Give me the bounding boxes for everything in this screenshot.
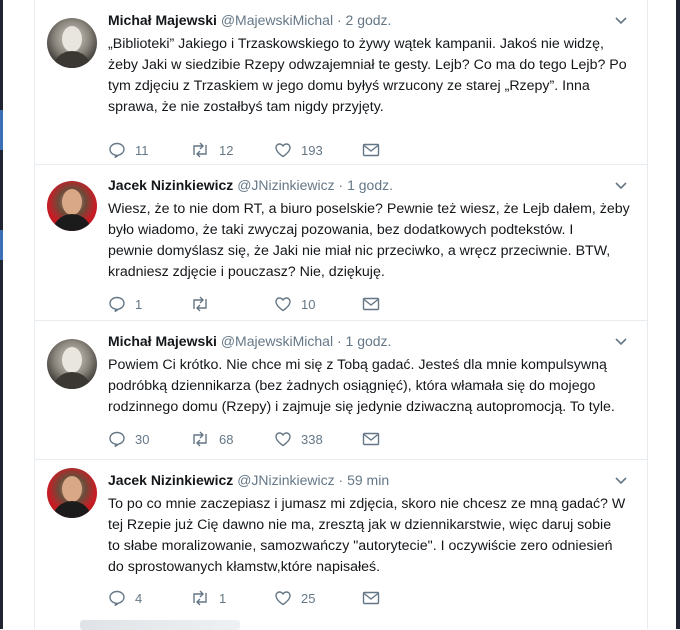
dm-button[interactable] xyxy=(362,294,380,314)
retweet-button[interactable]: 1 xyxy=(190,588,226,608)
tweet-text: „Biblioteki” Jakiego i Trzaskowskiego to… xyxy=(108,36,627,115)
retweet-count: 1 xyxy=(219,590,227,606)
left-edge-stripe xyxy=(0,0,3,629)
separator: · xyxy=(336,333,342,349)
tweet-actions: 4 1 25 xyxy=(108,588,508,608)
like-count: 338 xyxy=(301,431,323,447)
left-edge-highlight xyxy=(0,110,3,150)
display-name[interactable]: Jacek Nizinkiewicz xyxy=(108,177,233,193)
like-count: 193 xyxy=(301,142,323,158)
reply-icon xyxy=(109,296,125,313)
envelope-icon xyxy=(362,143,380,157)
avatar[interactable] xyxy=(47,18,97,68)
reply-count: 30 xyxy=(135,431,150,447)
timestamp[interactable]: 2 godz. xyxy=(346,12,392,28)
retweet-button[interactable]: 68 xyxy=(190,429,233,449)
right-edge-stripe xyxy=(676,0,680,629)
avatar-body xyxy=(52,214,92,231)
display-name[interactable]: Jacek Nizinkiewicz xyxy=(108,472,233,488)
avatar[interactable] xyxy=(47,181,97,231)
reply-count: 4 xyxy=(135,590,143,606)
like-button[interactable]: 193 xyxy=(274,140,323,160)
tweet-text: Powiem Ci krótko. Nie chce mi się z Tobą… xyxy=(108,357,615,415)
reply-button[interactable]: 4 xyxy=(108,588,142,608)
reply-icon xyxy=(109,431,125,448)
retweet-count: 68 xyxy=(219,431,234,447)
tweet[interactable]: Michał Majewski @MajewskiMichal · 2 godz… xyxy=(35,0,647,165)
tweet-thread: Michał Majewski @MajewskiMichal · 2 godz… xyxy=(34,0,648,629)
tweet-header: Michał Majewski @MajewskiMichal · 2 godz… xyxy=(108,12,637,32)
envelope-icon xyxy=(362,591,380,605)
reply-button[interactable]: 1 xyxy=(108,294,142,314)
tweet-actions: 30 68 338 xyxy=(108,429,508,449)
chevron-down-icon[interactable] xyxy=(613,177,629,193)
reply-button[interactable]: 30 xyxy=(108,429,149,449)
display-name[interactable]: Michał Majewski xyxy=(108,333,217,349)
avatar-face xyxy=(62,476,82,502)
heart-icon xyxy=(275,591,291,606)
heart-icon xyxy=(275,432,291,447)
like-button[interactable]: 25 xyxy=(274,588,315,608)
heart-icon xyxy=(275,143,291,158)
dm-button[interactable] xyxy=(362,140,380,160)
separator: · xyxy=(338,177,344,193)
avatar-body xyxy=(52,501,92,518)
avatar-body xyxy=(52,51,92,68)
reply-button[interactable]: 11 xyxy=(108,140,149,160)
heart-icon xyxy=(275,297,291,312)
retweet-icon xyxy=(193,296,207,312)
retweet-icon xyxy=(193,142,207,158)
tweet-header: Jacek Nizinkiewicz @JNizinkiewicz · 59 m… xyxy=(108,472,637,492)
like-button[interactable]: 10 xyxy=(274,294,315,314)
tweet-header: Michał Majewski @MajewskiMichal · 1 godz… xyxy=(108,333,637,353)
retweet-icon xyxy=(193,431,207,447)
chevron-down-icon[interactable] xyxy=(613,12,629,28)
separator: · xyxy=(338,472,344,488)
separator: · xyxy=(336,12,342,28)
user-handle[interactable]: @MajewskiMichal xyxy=(221,333,333,349)
retweet-count: 12 xyxy=(219,142,234,158)
tweet-text: Wiesz, że to nie dom RT, a biuro poselsk… xyxy=(108,201,630,280)
like-count: 25 xyxy=(301,590,316,606)
reply-icon xyxy=(109,590,125,607)
left-edge-highlight xyxy=(0,230,3,260)
avatar[interactable] xyxy=(47,339,97,389)
like-count: 10 xyxy=(301,296,316,312)
chevron-down-icon[interactable] xyxy=(613,333,629,349)
envelope-icon xyxy=(362,297,380,311)
avatar-face xyxy=(62,26,82,52)
avatar-body xyxy=(52,372,92,389)
like-button[interactable]: 338 xyxy=(274,429,323,449)
retweet-icon xyxy=(193,590,207,606)
avatar-face xyxy=(62,347,82,373)
user-handle[interactable]: @JNizinkiewicz xyxy=(237,472,334,488)
tweet-actions: 1 10 xyxy=(108,294,508,314)
tweet[interactable]: Jacek Nizinkiewicz @JNizinkiewicz · 1 go… xyxy=(35,165,647,321)
reply-count: 11 xyxy=(135,142,149,158)
tweet[interactable]: Michał Majewski @MajewskiMichal · 1 godz… xyxy=(35,321,647,460)
avatar-face xyxy=(62,189,82,215)
timestamp[interactable]: 59 min xyxy=(347,472,389,488)
display-name[interactable]: Michał Majewski xyxy=(108,12,217,28)
dm-button[interactable] xyxy=(362,429,380,449)
avatar[interactable] xyxy=(47,468,97,518)
dm-button[interactable] xyxy=(362,588,380,608)
tweet-actions: 11 12 193 xyxy=(108,140,508,160)
tweet-text: To po co mnie zaczepiasz i jumasz mi zdj… xyxy=(108,496,626,575)
envelope-icon xyxy=(362,432,380,446)
left-window-edge xyxy=(0,0,18,629)
retweet-button[interactable] xyxy=(190,294,219,314)
tweet[interactable]: Jacek Nizinkiewicz @JNizinkiewicz · 59 m… xyxy=(35,460,647,618)
user-handle[interactable]: @MajewskiMichal xyxy=(221,12,333,28)
chevron-down-icon[interactable] xyxy=(613,472,629,488)
user-handle[interactable]: @JNizinkiewicz xyxy=(237,177,334,193)
retweet-button[interactable]: 12 xyxy=(190,140,233,160)
tweet-header: Jacek Nizinkiewicz @JNizinkiewicz · 1 go… xyxy=(108,177,637,197)
reply-count: 1 xyxy=(135,296,143,312)
right-window-edge xyxy=(666,0,680,629)
timestamp[interactable]: 1 godz. xyxy=(347,177,393,193)
reply-icon xyxy=(109,142,125,159)
timestamp[interactable]: 1 godz. xyxy=(346,333,392,349)
